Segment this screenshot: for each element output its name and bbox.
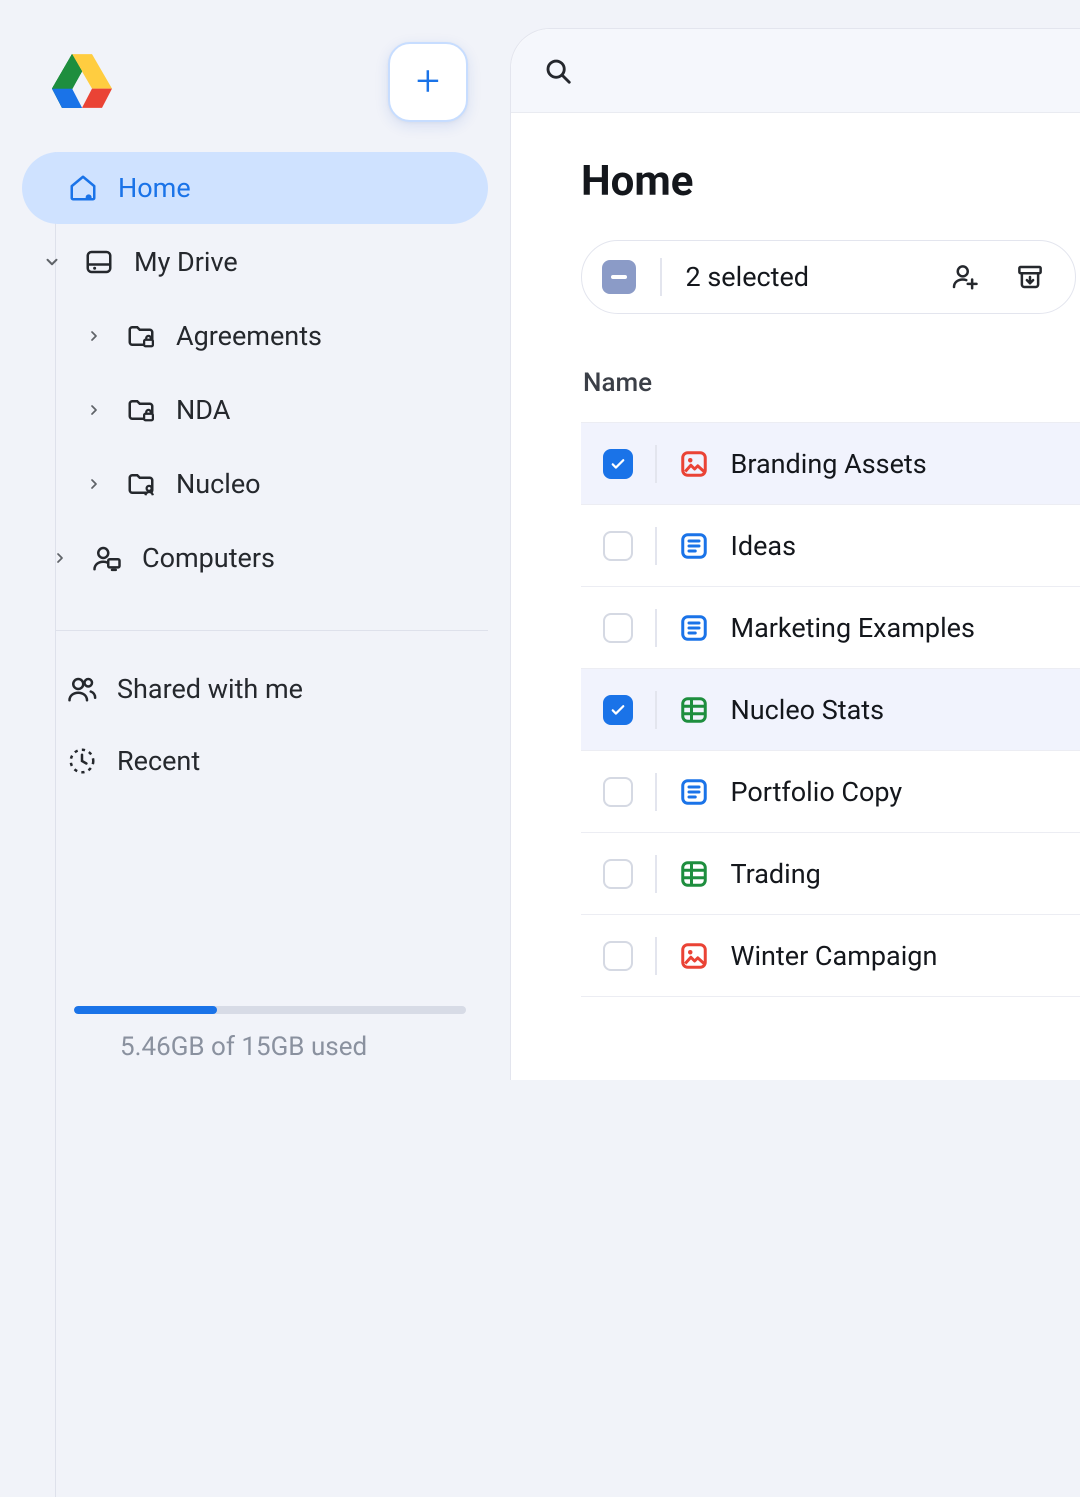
folder-label: NDA	[176, 394, 230, 426]
nav-home-label: Home	[118, 172, 191, 204]
main-content: Home 2 selected Name Branding Assets Idea…	[510, 28, 1080, 1080]
image-file-icon	[679, 449, 709, 479]
file-row[interactable]: Ideas	[581, 505, 1080, 587]
nav-shared[interactable]: Shared with me	[22, 653, 488, 725]
page-title: Home	[581, 157, 1080, 206]
folder-nucleo[interactable]: Nucleo	[22, 448, 488, 520]
storage-label: 5.46GB of 15GB used	[74, 1032, 466, 1062]
file-name: Ideas	[731, 530, 797, 562]
sidebar: + Home My Drive Agreements NDA Nucleo	[0, 0, 510, 1080]
file-row[interactable]: Winter Campaign	[581, 915, 1080, 997]
chevron-right-icon[interactable]	[82, 324, 106, 348]
drive-icon	[84, 247, 114, 277]
storage-indicator: 5.46GB of 15GB used	[74, 1006, 466, 1062]
dash-icon	[611, 275, 627, 279]
file-checkbox[interactable]	[603, 859, 633, 889]
folder-nda[interactable]: NDA	[22, 374, 488, 446]
folder-lock-icon	[126, 395, 156, 425]
nav-home[interactable]: Home	[22, 152, 488, 224]
file-row[interactable]: Branding Assets	[581, 423, 1080, 505]
archive-download-icon[interactable]	[1015, 262, 1045, 292]
folder-lock-icon	[126, 321, 156, 351]
selection-toolbar: 2 selected	[581, 240, 1076, 314]
storage-bar-track	[74, 1006, 466, 1014]
search-bar[interactable]	[511, 29, 1080, 113]
chevron-right-icon[interactable]	[48, 546, 72, 570]
nav-computers[interactable]: Computers	[22, 522, 488, 594]
image-file-icon	[679, 941, 709, 971]
storage-bar-fill	[74, 1006, 217, 1014]
chevron-right-icon[interactable]	[82, 472, 106, 496]
file-name: Marketing Examples	[731, 612, 975, 644]
recent-icon	[67, 746, 97, 776]
new-button[interactable]: +	[388, 42, 468, 122]
sheet-file-icon	[679, 859, 709, 889]
search-icon	[543, 56, 573, 86]
doc-file-icon	[679, 613, 709, 643]
file-name: Winter Campaign	[731, 940, 938, 972]
home-icon	[68, 173, 98, 203]
file-checkbox[interactable]	[603, 613, 633, 643]
file-name: Trading	[731, 858, 821, 890]
plus-icon: +	[416, 61, 440, 103]
nav-recent[interactable]: Recent	[22, 725, 488, 797]
file-name: Nucleo Stats	[731, 694, 885, 726]
folder-label: Agreements	[176, 320, 322, 352]
nav-shared-label: Shared with me	[117, 673, 303, 705]
nav-my-drive[interactable]: My Drive	[22, 226, 488, 298]
group-icon	[67, 674, 97, 704]
computers-icon	[92, 543, 122, 573]
file-name: Branding Assets	[731, 448, 927, 480]
file-row[interactable]: Marketing Examples	[581, 587, 1080, 669]
nav-recent-label: Recent	[117, 745, 200, 777]
sidebar-header: +	[0, 0, 510, 152]
file-row[interactable]: Portfolio Copy	[581, 751, 1080, 833]
file-checkbox[interactable]	[603, 695, 633, 725]
nav-my-drive-label: My Drive	[134, 246, 238, 278]
nav-computers-label: Computers	[142, 542, 275, 574]
doc-file-icon	[679, 777, 709, 807]
chevron-down-icon[interactable]	[40, 250, 64, 274]
file-checkbox[interactable]	[603, 449, 633, 479]
file-checkbox[interactable]	[603, 777, 633, 807]
folder-label: Nucleo	[176, 468, 261, 500]
sidebar-divider	[56, 630, 488, 631]
file-checkbox[interactable]	[603, 941, 633, 971]
selection-checkbox-indeterminate[interactable]	[602, 260, 636, 294]
sheet-file-icon	[679, 695, 709, 725]
file-name: Portfolio Copy	[731, 776, 903, 808]
sidebar-nav: Home My Drive Agreements NDA Nucleo Comp…	[0, 152, 510, 797]
file-row[interactable]: Nucleo Stats	[581, 669, 1080, 751]
folder-agreements[interactable]: Agreements	[22, 300, 488, 372]
file-list: Branding Assets Ideas Marketing Examples Nu…	[581, 422, 1080, 997]
doc-file-icon	[679, 531, 709, 561]
folder-user-icon	[126, 469, 156, 499]
file-row[interactable]: Trading	[581, 833, 1080, 915]
share-person-add-icon[interactable]	[949, 262, 979, 292]
selection-count: 2 selected	[686, 261, 926, 293]
column-header-name[interactable]: Name	[581, 368, 1080, 422]
file-checkbox[interactable]	[603, 531, 633, 561]
chevron-right-icon[interactable]	[82, 398, 106, 422]
drive-logo-icon	[52, 54, 112, 110]
